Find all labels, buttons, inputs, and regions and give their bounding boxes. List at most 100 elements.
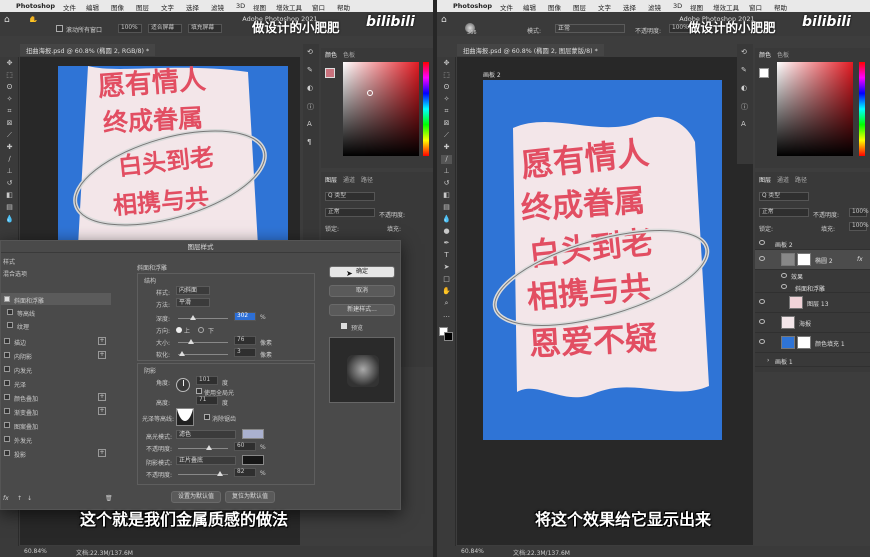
depth-slider[interactable] — [178, 315, 228, 320]
blend-mode-select-right[interactable]: 正常 — [759, 208, 809, 217]
menu-layer-right[interactable]: 图层 — [573, 2, 586, 12]
style-item-stroke[interactable]: 描边 + — [1, 335, 111, 347]
document-tab[interactable]: 扭曲海报.psd @ 60.8% (椭圆 2, RGB/8) * — [20, 44, 156, 56]
menu-image-right[interactable]: 图像 — [548, 2, 561, 12]
eye-icon[interactable] — [759, 256, 765, 261]
move-down-icon[interactable]: ↓ — [27, 495, 32, 502]
menu-view[interactable]: 视图 — [253, 2, 266, 12]
style-item-satin[interactable]: 光泽 — [1, 377, 111, 389]
inner-shadow-checkbox[interactable] — [4, 352, 10, 358]
frame-tool-icon[interactable]: ⊠ — [4, 119, 15, 128]
shadow-opacity-input[interactable]: 82 — [234, 468, 256, 477]
tab-layers[interactable]: 图层 — [325, 175, 337, 185]
brush-tool-icon[interactable]: ∕ — [441, 155, 452, 164]
menu-app-name-right[interactable]: Photoshop — [453, 2, 492, 10]
style-item-bevel[interactable]: 斜面和浮雕 — [1, 293, 111, 305]
depth-input[interactable]: 302 — [234, 312, 256, 321]
menu-3d[interactable]: 3D — [236, 2, 245, 10]
crop-tool-icon[interactable]: ⌗ — [441, 107, 452, 116]
eyedropper-icon[interactable]: ⟋ — [4, 131, 15, 140]
size-input[interactable]: 76 — [234, 336, 256, 345]
fx-menu-icon[interactable]: fx — [3, 495, 9, 502]
eraser-icon[interactable]: ◧ — [4, 191, 15, 200]
hue-slider-right[interactable] — [859, 62, 865, 156]
move-tool-icon[interactable]: ✥ — [441, 59, 452, 68]
scroll-all-checkbox[interactable] — [56, 25, 63, 32]
dodge-tool-icon[interactable]: ● — [441, 227, 452, 236]
tab-layers-right[interactable]: 图层 — [759, 175, 771, 185]
style-item-inner-glow[interactable]: 内发光 — [1, 363, 111, 375]
frame-tool-icon[interactable]: ⊠ — [441, 119, 452, 128]
zoom-button[interactable]: 100% — [118, 24, 142, 33]
tab-swatches[interactable]: 色板 — [343, 50, 355, 60]
marquee-tool-icon[interactable]: ⬚ — [441, 71, 452, 80]
size-slider[interactable] — [178, 339, 228, 344]
menu-help[interactable]: 帮助 — [337, 2, 350, 12]
layer-row-layer-13[interactable]: 图层 13 — [755, 293, 870, 313]
altitude-input[interactable]: 71 — [196, 396, 218, 405]
foreground-color-swatch-right[interactable] — [759, 68, 769, 78]
hand-tool-icon[interactable]: ✋ — [441, 287, 452, 296]
style-item-outer-glow[interactable]: 外发光 — [1, 433, 111, 445]
menu-plugins[interactable]: 增效工具 — [276, 2, 302, 12]
zoom-tool-icon[interactable]: ⌕ — [441, 299, 452, 308]
fill-screen-button[interactable]: 填充屏幕 — [188, 24, 222, 33]
tab-channels-right[interactable]: 通道 — [777, 175, 789, 185]
blend-options-item[interactable]: 混合选项 — [3, 269, 27, 278]
pen-tool-icon[interactable]: ✒ — [441, 239, 452, 248]
blend-mode-select[interactable]: 正常 — [325, 208, 375, 217]
opacity-input-right[interactable]: 100% — [849, 208, 869, 217]
delete-style-icon[interactable]: 🗑 — [105, 495, 113, 502]
tab-color-right[interactable]: 颜色 — [759, 50, 771, 60]
color-field-right[interactable] — [777, 62, 853, 156]
layer-row-ellipse-2[interactable]: 椭圆 2 fx — [755, 250, 870, 270]
type-tool-icon[interactable]: T — [441, 251, 452, 260]
direction-down-radio[interactable] — [198, 327, 204, 333]
highlight-opacity-slider[interactable] — [178, 445, 228, 450]
eye-icon[interactable] — [781, 273, 787, 278]
healing-brush-icon[interactable]: ✚ — [441, 143, 452, 152]
global-light-checkbox[interactable] — [196, 388, 202, 394]
menu-3d-right[interactable]: 3D — [673, 2, 682, 10]
eye-icon[interactable] — [759, 339, 765, 344]
shadow-opacity-slider[interactable] — [178, 471, 228, 476]
style-item-gradient-overlay[interactable]: 渐变叠加 + — [1, 405, 111, 417]
angle-input[interactable]: 101 — [196, 376, 218, 385]
document-tab-right[interactable]: 扭曲海报.psd @ 60.8% (椭圆 2, 图层蒙版/8) * — [457, 44, 604, 56]
add-inner-shadow-button[interactable]: + — [98, 351, 106, 359]
foreground-color-swatch[interactable] — [325, 68, 335, 78]
adjust-icon[interactable]: ◐ — [741, 84, 747, 92]
menu-select-right[interactable]: 选择 — [623, 2, 636, 12]
info-icon[interactable]: ⓘ — [741, 102, 748, 112]
add-stroke-button[interactable]: + — [98, 337, 106, 345]
menu-file[interactable]: 文件 — [63, 2, 76, 12]
path-select-icon[interactable]: ➤ — [441, 263, 452, 272]
brush-tool-icon[interactable]: ∕ — [4, 155, 15, 164]
quick-select-icon[interactable]: ✧ — [441, 95, 452, 104]
inner-glow-checkbox[interactable] — [4, 366, 10, 372]
menu-window-right[interactable]: 窗口 — [749, 2, 762, 12]
style-item-drop-shadow[interactable]: 投影 + — [1, 447, 111, 459]
eye-icon[interactable] — [759, 319, 765, 324]
layer-effects-row[interactable]: 效果 — [755, 270, 870, 281]
gloss-contour-picker[interactable] — [176, 408, 194, 426]
set-default-button[interactable]: 设置为默认值 — [171, 491, 221, 503]
menu-plugins-right[interactable]: 增效工具 — [713, 2, 739, 12]
contour-checkbox[interactable] — [7, 309, 13, 315]
menu-edit-right[interactable]: 编辑 — [523, 2, 536, 12]
soften-input[interactable]: 3 — [234, 348, 256, 357]
quick-select-icon[interactable]: ✧ — [4, 95, 15, 104]
style-item-color-overlay[interactable]: 颜色叠加 + — [1, 391, 111, 403]
menu-edit[interactable]: 编辑 — [86, 2, 99, 12]
outer-glow-checkbox[interactable] — [4, 436, 10, 442]
menu-file-right[interactable]: 文件 — [500, 2, 513, 12]
brush-preset-icon[interactable]: ✎ — [307, 66, 313, 74]
angle-dial[interactable] — [176, 378, 190, 392]
shadow-color-swatch[interactable] — [242, 455, 264, 465]
texture-checkbox[interactable] — [7, 322, 13, 328]
highlight-color-swatch[interactable] — [242, 429, 264, 439]
eye-icon[interactable] — [759, 299, 765, 304]
healing-brush-icon[interactable]: ✚ — [4, 143, 15, 152]
menu-image[interactable]: 图像 — [111, 2, 124, 12]
fx-icon[interactable]: fx — [857, 256, 863, 263]
